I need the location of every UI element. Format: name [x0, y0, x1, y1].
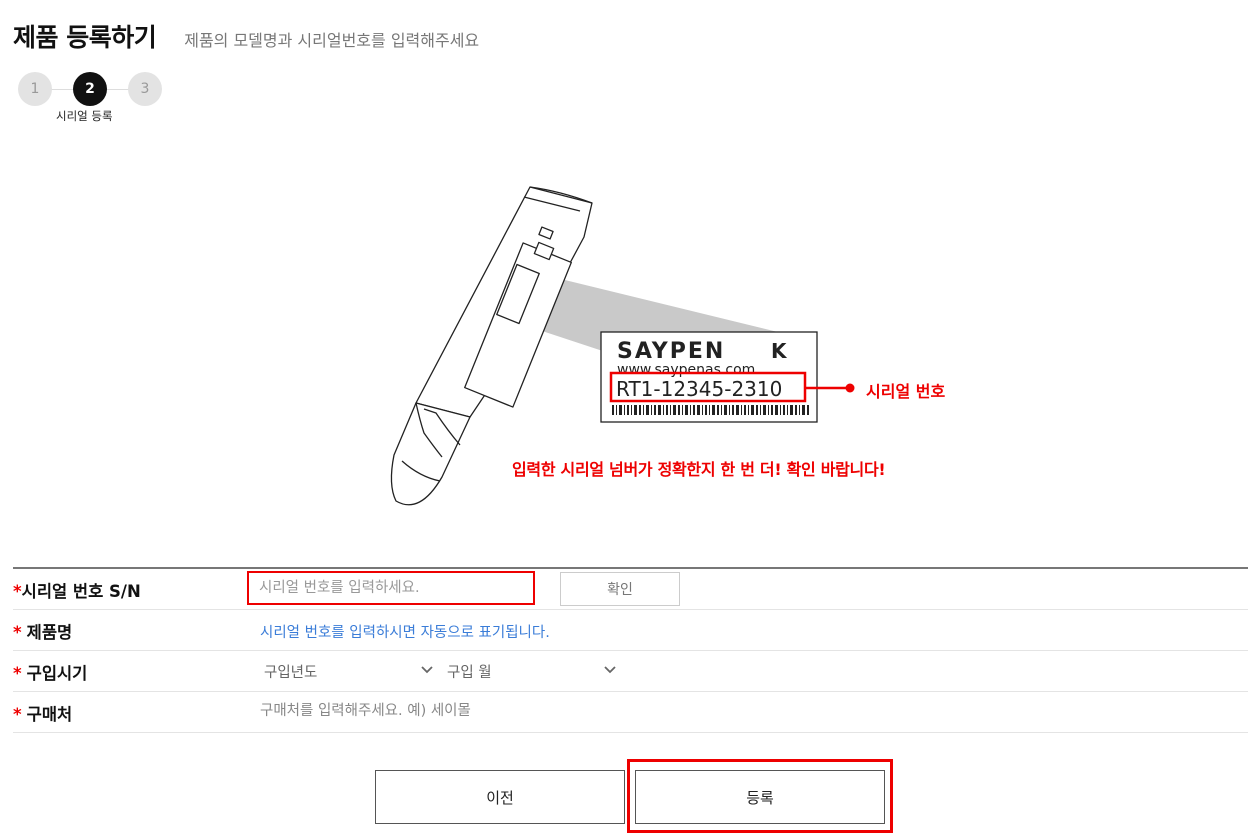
- step-3: 3: [128, 72, 162, 106]
- page-header: 제품 등록하기 제품의 모델명과 시리얼번호를 입력해주세요: [13, 18, 479, 54]
- page-title: 제품 등록하기: [13, 23, 157, 52]
- prev-button[interactable]: 이전: [375, 770, 625, 824]
- purchase-year-select[interactable]: 구입년도: [260, 657, 445, 685]
- step-2-current: 2: [73, 72, 107, 106]
- product-name-hint: 시리얼 번호를 입력하시면 자동으로 표기됩니다.: [260, 625, 550, 641]
- form-row-serial: *시리얼 번호 S/N 확인: [13, 569, 1248, 610]
- store-label-text: 구매처: [26, 705, 73, 724]
- serial-check-notice: 입력한 시리얼 넘버가 정확한지 한 번 더! 확인 바랍니다!: [512, 460, 886, 479]
- step-indicator: 1 2 3 시리얼 등록: [18, 72, 168, 132]
- purchase-date-label-text: 구입시기: [26, 664, 88, 683]
- required-mark: *: [13, 705, 22, 724]
- product-label: * 제품명: [13, 619, 72, 643]
- purchase-date-label: * 구입시기: [13, 660, 87, 684]
- step-1: 1: [18, 72, 52, 106]
- serial-confirm-button[interactable]: 확인: [560, 572, 680, 606]
- purchase-year-value: 구입년도: [264, 665, 318, 681]
- kc-mark-icon: K: [771, 339, 788, 363]
- serial-label-text: 시리얼 번호 S/N: [21, 582, 141, 601]
- required-mark: *: [13, 664, 22, 683]
- label-serial-text: RT1-12345-2310: [616, 377, 782, 401]
- serial-pointer-dot: [845, 383, 855, 393]
- serial-number-tag: 시리얼 번호: [866, 382, 946, 401]
- serial-number-input[interactable]: [247, 571, 535, 605]
- register-button[interactable]: 등록: [635, 770, 885, 824]
- chevron-down-icon: [421, 666, 433, 674]
- purchase-month-value: 구입 월: [447, 665, 492, 681]
- label-url-text: www.saypenas.com: [617, 362, 755, 378]
- serial-label-magnified: SAYPEN K www.saypenas.com RT1-12345-2310: [600, 331, 818, 423]
- store-input[interactable]: [250, 696, 670, 726]
- label-brand-text: SAYPEN: [617, 339, 725, 364]
- form-row-store: * 구매처: [13, 692, 1248, 733]
- chevron-down-icon: [604, 666, 616, 674]
- store-label: * 구매처: [13, 701, 72, 725]
- product-register-form: *시리얼 번호 S/N 확인 *제품명 시리얼 번호를 입력하시면 자동으로 표…: [13, 567, 1248, 733]
- form-row-product: * 제품명 시리얼 번호를 입력하시면 자동으로 표기됩니다.: [13, 610, 1248, 651]
- serial-label: *시리얼 번호 S/N: [13, 578, 141, 602]
- step-current-label: 시리얼 등록: [56, 109, 113, 123]
- required-mark: *: [13, 623, 22, 642]
- page-subtitle: 제품의 모델명과 시리얼번호를 입력해주세요: [184, 31, 480, 50]
- purchase-month-select[interactable]: 구입 월: [443, 657, 628, 685]
- form-row-purchase-date: * 구입시기 구입년도 구입 월: [13, 651, 1248, 692]
- required-mark: *: [13, 582, 22, 601]
- product-label-text: 제품명: [26, 623, 73, 642]
